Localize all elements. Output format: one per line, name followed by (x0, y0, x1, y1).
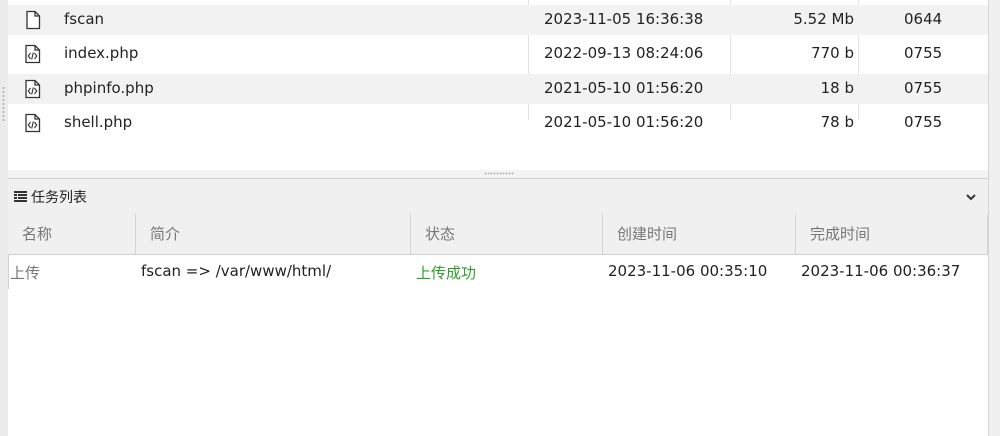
file-size: 18 b (820, 79, 854, 97)
column-header-name[interactable]: 名称 (8, 214, 136, 254)
file-name: phpinfo.php (64, 79, 154, 97)
task-status: 上传成功 (416, 264, 477, 282)
file-icon (26, 10, 41, 30)
code-file-icon (25, 44, 41, 64)
file-name: index.php (64, 44, 139, 62)
chevron-down-icon[interactable] (964, 190, 978, 204)
column-header-description[interactable]: 简介 (136, 214, 411, 254)
code-file-icon (25, 113, 41, 133)
task-created: 2023-11-06 00:35:10 (608, 262, 768, 280)
file-permissions: 0755 (904, 113, 943, 131)
file-row-index-php[interactable]: index.php 2022-09-13 08:24:06 770 b 0755 (8, 39, 988, 69)
task-description: fscan => /var/www/html/ (141, 262, 332, 280)
task-panel-title: 任务列表 (31, 190, 87, 206)
file-modified: 2023-11-05 16:36:38 (544, 10, 704, 28)
code-file-icon (25, 79, 41, 99)
column-header-status[interactable]: 状态 (411, 214, 603, 254)
file-list: fscan 2023-11-05 16:36:38 5.52 Mb 0644 i… (8, 0, 988, 171)
splitter-grip[interactable] (484, 172, 514, 175)
task-list-empty-area (8, 289, 988, 436)
file-row-fscan[interactable]: fscan 2023-11-05 16:36:38 5.52 Mb 0644 (8, 5, 988, 35)
column-header-finished[interactable]: 完成时间 (796, 214, 988, 254)
pane-splitter[interactable] (8, 170, 988, 178)
file-permissions: 0644 (904, 10, 943, 28)
task-finished: 2023-11-06 00:36:37 (801, 262, 961, 280)
file-row-shell-php[interactable]: shell.php 2021-05-10 01:56:20 78 b 0755 (8, 108, 988, 138)
file-size: 78 b (820, 113, 854, 131)
left-resize-grip[interactable] (2, 86, 5, 122)
task-name: 上传 (10, 264, 41, 282)
file-modified: 2021-05-10 01:56:20 (544, 79, 704, 97)
file-size: 770 b (811, 44, 854, 62)
file-modified: 2022-09-13 08:24:06 (544, 44, 704, 62)
file-modified: 2021-05-10 01:56:20 (544, 113, 704, 131)
file-permissions: 0755 (904, 44, 943, 62)
list-icon (14, 191, 27, 202)
column-header-created[interactable]: 创建时间 (603, 214, 796, 254)
right-edge-strip (988, 0, 1000, 436)
file-name: fscan (64, 10, 105, 28)
file-name: shell.php (64, 113, 133, 131)
file-permissions: 0755 (904, 79, 943, 97)
task-table-header: 名称 简介 状态 创建时间 完成时间 (8, 214, 988, 255)
file-size: 5.52 Mb (793, 10, 854, 28)
file-row-phpinfo-php[interactable]: phpinfo.php 2021-05-10 01:56:20 18 b 075… (8, 74, 988, 104)
task-panel-header[interactable]: 任务列表 (8, 178, 988, 216)
task-row[interactable]: 上传 fscan => /var/www/html/ 上传成功 2023-11-… (8, 255, 988, 289)
